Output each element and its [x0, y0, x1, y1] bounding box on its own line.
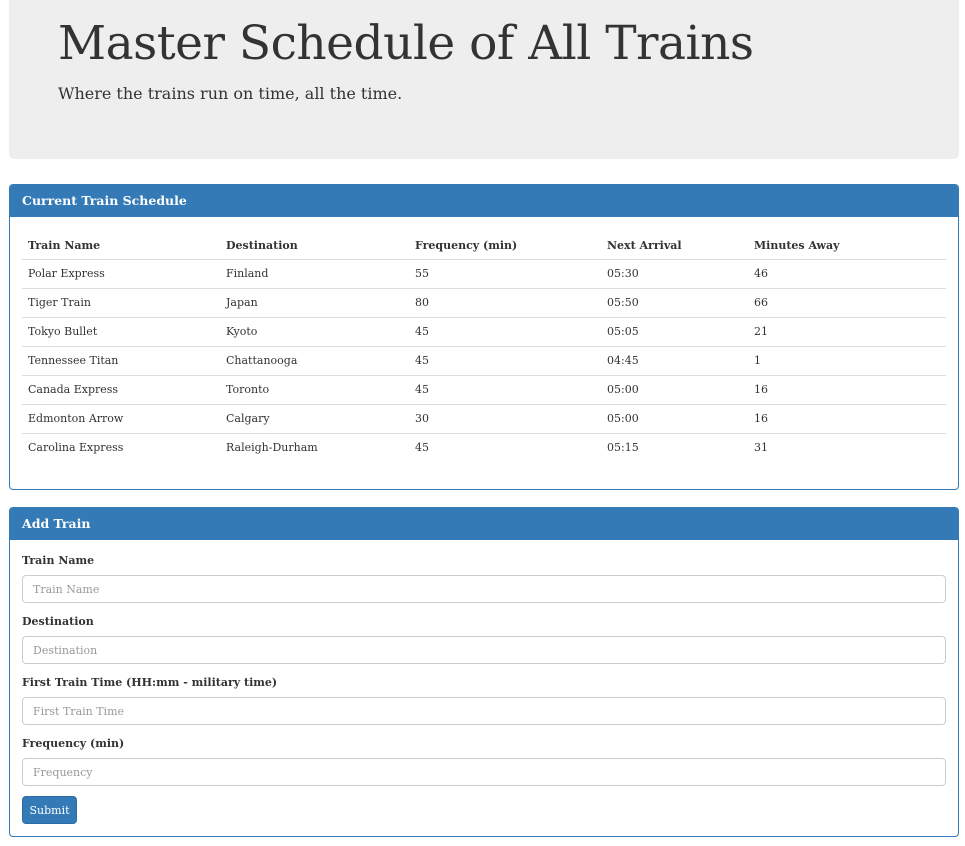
cell-next-arrival: 05:00 [601, 374, 748, 404]
column-header-frequency: Frequency (min) [409, 231, 601, 260]
schedule-panel: Current Train Schedule Train Name Destin… [9, 184, 959, 490]
first-train-time-label: First Train Time (HH:mm - military time) [22, 676, 278, 689]
column-header-minutes-away: Minutes Away [748, 231, 946, 260]
cell-frequency: 30 [409, 403, 601, 433]
cell-train-name: Polar Express [28, 267, 105, 280]
cell-frequency: 55 [415, 267, 429, 280]
cell-destination: Raleigh-Durham [220, 432, 409, 462]
table-header-row: Train Name Destination Frequency (min) N… [22, 231, 946, 260]
cell-minutes-away: 31 [748, 432, 946, 462]
cell-next-arrival: 05:30 [607, 267, 639, 280]
cell-next-arrival: 05:05 [601, 316, 748, 346]
add-train-panel-heading: Add Train [10, 508, 958, 540]
cell-frequency: 45 [409, 432, 601, 462]
table-row: Edmonton Arrow Calgary 30 05:00 16 [22, 403, 946, 433]
cell-train-name: Canada Express [22, 374, 220, 404]
add-train-panel: Add Train Train Name Destination First T… [9, 507, 959, 837]
schedule-panel-heading: Current Train Schedule [10, 185, 958, 217]
table-row: Tennessee Titan Chattanooga 45 04:45 1 [22, 345, 946, 375]
cell-frequency: 45 [409, 345, 601, 375]
cell-minutes-away: 21 [748, 316, 946, 346]
train-name-label: Train Name [22, 554, 95, 567]
schedule-table: Train Name Destination Frequency (min) N… [22, 231, 946, 462]
jumbotron-header: Master Schedule of All Trains Where the … [9, 0, 959, 159]
submit-button[interactable]: Submit [22, 796, 77, 824]
cell-destination: Japan [220, 287, 409, 317]
cell-destination: Chattanooga [220, 345, 409, 375]
page-tagline: Where the trains run on time, all the ti… [58, 84, 403, 103]
cell-train-name: Tennessee Titan [22, 345, 220, 375]
table-row: Tokyo Bullet Kyoto 45 05:05 21 [22, 316, 946, 346]
table-row: Canada Express Toronto 45 05:00 16 [22, 374, 946, 404]
cell-next-arrival: 05:50 [601, 287, 748, 317]
form-group-destination: Destination [22, 615, 946, 664]
cell-train-name: Edmonton Arrow [22, 403, 220, 433]
column-header-destination: Destination [220, 231, 409, 260]
cell-minutes-away: 66 [748, 287, 946, 317]
table-row: Polar Express Finland 55 05:30 46 [22, 259, 946, 288]
cell-minutes-away: 16 [748, 374, 946, 404]
cell-frequency: 45 [409, 374, 601, 404]
cell-next-arrival: 05:00 [601, 403, 748, 433]
column-header-train-name: Train Name [22, 231, 220, 260]
train-name-input[interactable] [22, 575, 946, 603]
table-row: Tiger Train Japan 80 05:50 66 [22, 287, 946, 317]
cell-destination: Finland [226, 267, 269, 280]
cell-destination: Toronto [220, 374, 409, 404]
cell-train-name: Carolina Express [22, 432, 220, 462]
form-group-train-name: Train Name [22, 554, 946, 603]
destination-input[interactable] [22, 636, 946, 664]
cell-next-arrival: 04:45 [601, 345, 748, 375]
page-title: Master Schedule of All Trains [58, 16, 754, 71]
frequency-label: Frequency (min) [22, 737, 125, 750]
cell-minutes-away: 46 [754, 267, 768, 280]
destination-label: Destination [22, 615, 94, 628]
form-group-frequency: Frequency (min) [22, 737, 946, 786]
table-row: Carolina Express Raleigh-Durham 45 05:15… [22, 432, 946, 462]
cell-train-name: Tiger Train [22, 287, 220, 317]
cell-minutes-away: 16 [748, 403, 946, 433]
cell-frequency: 45 [409, 316, 601, 346]
form-group-first-train-time: First Train Time (HH:mm - military time) [22, 676, 946, 725]
frequency-input[interactable] [22, 758, 946, 786]
cell-destination: Calgary [220, 403, 409, 433]
cell-destination: Kyoto [220, 316, 409, 346]
cell-frequency: 80 [409, 287, 601, 317]
cell-minutes-away: 1 [748, 345, 946, 375]
column-header-next-arrival: Next Arrival [601, 231, 748, 260]
first-train-time-input[interactable] [22, 697, 946, 725]
cell-train-name: Tokyo Bullet [22, 316, 220, 346]
cell-next-arrival: 05:15 [601, 432, 748, 462]
